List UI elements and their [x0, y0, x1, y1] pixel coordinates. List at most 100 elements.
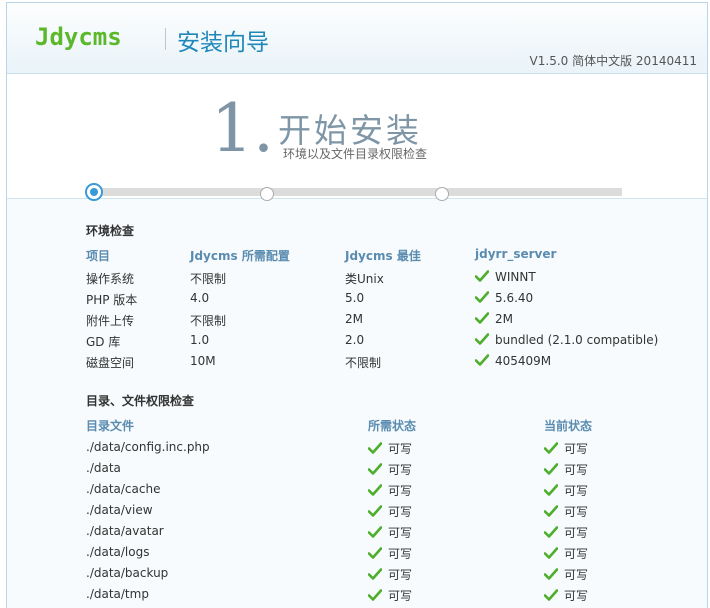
check-icon [544, 526, 558, 538]
env-section-title: 环境检查 [86, 224, 135, 238]
dir-required: 可写 [368, 587, 412, 604]
dirs-section-title: 目录、文件权限检查 [86, 394, 195, 408]
dir-required-text: 可写 [388, 547, 413, 561]
env-current: bundled (2.1.0 compatible) [475, 333, 658, 347]
check-icon [368, 568, 382, 580]
dirs-header-0: 目录文件 [86, 419, 135, 433]
dir-path: ./data/backup [86, 566, 169, 580]
check-icon [368, 442, 382, 454]
dir-current: 可写 [544, 524, 588, 541]
check-icon [368, 526, 382, 538]
dir-required-text: 可写 [388, 442, 413, 456]
dir-path: ./data/logs [86, 545, 150, 559]
dir-required-text: 可写 [388, 484, 413, 498]
step-banner: 1. 开始安装 环境以及文件目录权限检查 [7, 74, 707, 199]
check-icon [475, 312, 489, 324]
check-icon [368, 484, 382, 496]
env-best: 不限制 [345, 356, 382, 370]
dir-current-text: 可写 [564, 463, 589, 477]
header: Jdycms 安装向导 V1.5.0 简体中文版 20140411 [7, 3, 707, 74]
dir-current-text: 可写 [564, 505, 589, 519]
env-required: 1.0 [190, 333, 210, 347]
check-icon [475, 291, 489, 303]
dir-required: 可写 [368, 440, 412, 457]
env-item: 操作系统 [86, 272, 135, 286]
dir-current: 可写 [544, 461, 588, 478]
dir-current-text: 可写 [564, 442, 589, 456]
check-icon [544, 547, 558, 559]
dir-current-text: 可写 [564, 484, 589, 498]
env-current: 2M [475, 312, 513, 326]
check-icon [475, 270, 489, 282]
logo: Jdycms [35, 23, 122, 51]
dir-required-text: 可写 [388, 589, 413, 603]
check-icon [544, 442, 558, 454]
check-icon [368, 589, 382, 601]
env-current: 405409M [475, 354, 551, 368]
dir-path: ./data/config.inc.php [86, 440, 210, 454]
env-best: 5.0 [345, 291, 365, 305]
check-icon [368, 547, 382, 559]
version-label: V1.5.0 简体中文版 20140411 [529, 54, 697, 68]
dir-path: ./data [86, 461, 121, 475]
env-current: WINNT [475, 270, 536, 284]
dir-current: 可写 [544, 545, 588, 562]
check-icon [544, 463, 558, 475]
env-current-text: WINNT [495, 270, 536, 284]
env-item: 磁盘空间 [86, 356, 135, 370]
env-header-1: Jdycms 所需配置 [190, 249, 290, 263]
dir-current-text: 可写 [564, 589, 589, 603]
progress-step-2 [260, 187, 274, 201]
env-header-0: 项目 [86, 249, 111, 263]
dir-path: ./data/avatar [86, 524, 164, 538]
dirs-header-1: 所需状态 [368, 419, 417, 433]
env-current: 5.6.40 [475, 291, 533, 305]
header-divider [165, 28, 166, 50]
dir-path: ./data/tmp [86, 587, 149, 601]
dir-required-text: 可写 [388, 463, 413, 477]
env-required: 4.0 [190, 291, 210, 305]
check-icon [544, 484, 558, 496]
step-number: 1. [211, 90, 274, 167]
env-best: 2.0 [345, 333, 365, 347]
env-required: 不限制 [190, 314, 227, 328]
dir-required-text: 可写 [388, 505, 413, 519]
dir-required-text: 可写 [388, 526, 413, 540]
env-header-3: jdyrr_server [475, 247, 557, 261]
dir-required: 可写 [368, 482, 412, 499]
env-required: 10M [190, 354, 216, 368]
dir-required: 可写 [368, 545, 412, 562]
dir-current: 可写 [544, 440, 588, 457]
dir-current: 可写 [544, 587, 588, 604]
dir-current-text: 可写 [564, 547, 589, 561]
dir-path: ./data/cache [86, 482, 161, 496]
env-current-text: 405409M [495, 354, 552, 368]
env-best: 类Unix [345, 272, 384, 286]
dir-required: 可写 [368, 503, 412, 520]
env-best: 2M [345, 312, 363, 326]
check-icon [544, 505, 558, 517]
check-icon [544, 568, 558, 580]
check-icon [368, 505, 382, 517]
env-item: PHP 版本 [86, 293, 138, 307]
env-item: GD 库 [86, 335, 121, 349]
check-icon [475, 333, 489, 345]
dir-current: 可写 [544, 566, 588, 583]
env-required: 不限制 [190, 272, 227, 286]
dir-path: ./data/view [86, 503, 153, 517]
check-icon [475, 354, 489, 366]
check-icon [368, 463, 382, 475]
env-current-text: 2M [495, 312, 513, 326]
progress-step-1 [85, 183, 103, 201]
check-icon [544, 589, 558, 601]
wizard-title: 安装向导 [177, 30, 269, 56]
dir-current-text: 可写 [564, 568, 589, 582]
dirs-header-2: 当前状态 [544, 419, 593, 433]
env-current-text: bundled (2.1.0 compatible) [495, 333, 659, 347]
progress-step-3 [435, 187, 449, 201]
dir-required-text: 可写 [388, 568, 413, 582]
dir-required: 可写 [368, 566, 412, 583]
dir-required: 可写 [368, 524, 412, 541]
dir-current-text: 可写 [564, 526, 589, 540]
env-current-text: 5.6.40 [495, 291, 534, 305]
